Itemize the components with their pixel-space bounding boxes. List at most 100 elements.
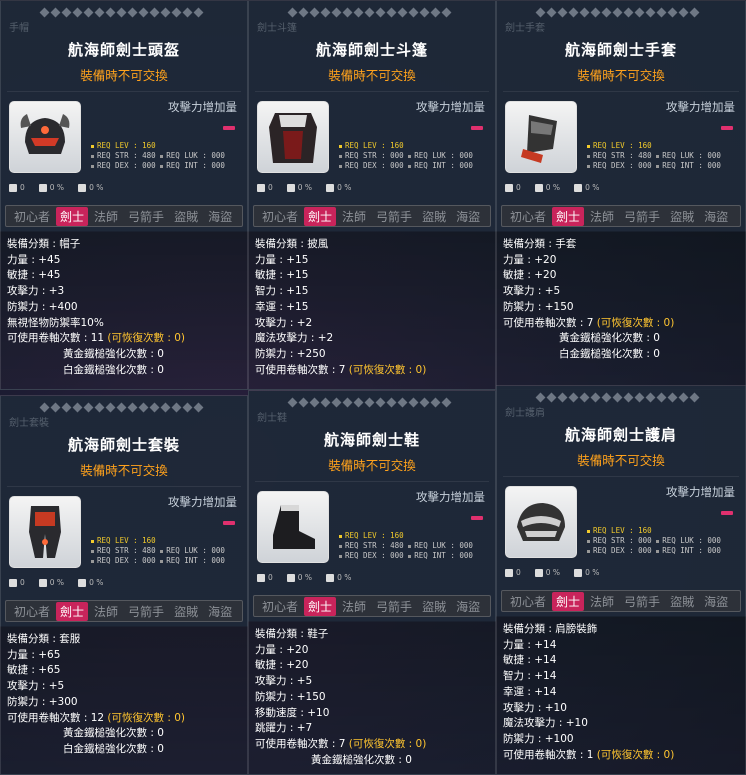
req-int: 000 <box>459 551 473 560</box>
mini-value: 0 <box>516 183 521 192</box>
star-icon <box>612 392 623 403</box>
extra-info-row: 0 0 % 0 % <box>9 183 103 192</box>
req-int-label: REQ INT : <box>662 546 703 555</box>
sword-icon <box>9 184 17 192</box>
req-dex: 000 <box>390 161 404 170</box>
mini-value: 0 <box>516 568 521 577</box>
stat-line: 敏捷 : +20 <box>255 659 309 672</box>
star-force-row <box>39 7 204 18</box>
stat-line: 力量 : +14 <box>503 638 557 651</box>
upgrade-line: 可使用卷軸次數 : 11 (可恢復次數 : 0) <box>7 331 185 347</box>
background-label: 劍士斗篷 <box>257 23 297 34</box>
attack-increase-bar <box>721 511 733 515</box>
divider <box>503 91 739 92</box>
req-str-label: REQ STR : <box>97 151 138 160</box>
extra-info-row: 0 0 % 0 % <box>9 578 103 587</box>
item-icon <box>257 101 329 173</box>
attack-increase-label: 攻擊力增加量 <box>666 100 735 114</box>
req-luk: 000 <box>707 536 721 545</box>
star-icon <box>39 402 50 413</box>
attack-increase-bar <box>471 516 483 520</box>
plat-hammer: 白金鐵槌強化次數 : 0 <box>63 742 164 755</box>
job-2: 法師 <box>342 209 367 224</box>
attack-increase-label: 攻擊力增加量 <box>168 100 237 114</box>
req-str-label: REQ STR : <box>345 151 386 160</box>
star-icon <box>94 7 105 18</box>
item-icon <box>505 486 577 558</box>
job-requirement-bar: 初心者 劍士 法師 弓箭手 盜賊 海盜 <box>253 205 491 227</box>
gold-hammer: 黃金鐵槌強化次數 : 0 <box>311 753 412 766</box>
req-luk: 000 <box>459 541 473 550</box>
stat-line: 防禦力 : +300 <box>7 695 78 708</box>
star-icon <box>83 7 94 18</box>
req-dex-label: REQ DEX : <box>97 161 138 170</box>
job-2: 法師 <box>94 604 119 619</box>
crit-icon <box>78 579 87 587</box>
job-1: 劍士 <box>56 601 89 621</box>
star-icon <box>138 7 149 18</box>
item-stats: 裝備分類 : 披風 力量 : +15 敏捷 : +15 智力 : +15 幸運 : +1… <box>255 237 426 378</box>
upgrade-count: 可使用卷軸次數 : 7 <box>503 316 594 329</box>
job-5: 海盜 <box>456 599 481 614</box>
job-1: 劍士 <box>304 596 337 616</box>
star-icon <box>61 7 72 18</box>
req-int: 000 <box>707 161 721 170</box>
upgrade-line: 可使用卷軸次數 : 1 (可恢復次數 : 0) <box>503 748 674 764</box>
req-lev-label: REQ LEV : <box>345 531 386 540</box>
stat-line: 攻擊力 : +3 <box>7 285 65 298</box>
req-luk-label: REQ LUK : <box>414 151 455 160</box>
shield-icon <box>38 184 47 192</box>
mini-value: 0 <box>268 183 273 192</box>
item-name: 航海師劍士斗篷 <box>315 41 428 59</box>
item-icon <box>9 496 81 568</box>
req-int: 000 <box>211 556 225 565</box>
star-icon <box>546 392 557 403</box>
attack-increase-label: 攻擊力增加量 <box>666 485 735 499</box>
untradeable-note: 裝備時不可交換 <box>577 68 665 83</box>
star-icon <box>386 7 397 18</box>
req-dex-label: REQ DEX : <box>593 161 634 170</box>
req-lev: 160 <box>142 141 156 150</box>
star-force-row <box>287 397 452 408</box>
item-tooltip: 劍士斗篷 航海師劍士斗篷 裝備時不可交換 攻擊力增加量 REQ LEV : 16… <box>248 0 496 390</box>
stat-line: 裝備分類 : 帽子 <box>7 238 81 250</box>
req-int-label: REQ INT : <box>662 161 703 170</box>
job-1: 劍士 <box>552 206 585 226</box>
extra-info-row: 0 0 % 0 % <box>505 568 599 577</box>
stat-line: 裝備分類 : 鞋子 <box>255 628 329 640</box>
star-icon <box>568 392 579 403</box>
star-icon <box>298 7 309 18</box>
star-icon <box>612 7 623 18</box>
star-icon <box>375 397 386 408</box>
star-icon <box>127 402 138 413</box>
mini-value: 0 % <box>297 183 313 192</box>
stat-line: 防禦力 : +150 <box>255 690 326 703</box>
star-icon <box>149 402 160 413</box>
item-icon <box>9 101 81 173</box>
attack-increase-bar <box>223 521 235 525</box>
job-0: 初心者 <box>14 604 51 619</box>
star-icon <box>309 7 320 18</box>
item-stats: 裝備分類 : 肩膀裝飾 力量 : +14 敏捷 : +14 智力 : +14 幸運 : … <box>503 622 674 763</box>
star-icon <box>408 7 419 18</box>
upgrade-line: 可使用卷軸次數 : 7 (可恢復次數 : 0) <box>255 363 426 379</box>
stat-line: 攻擊力 : +5 <box>255 675 313 688</box>
req-dex-label: REQ DEX : <box>593 546 634 555</box>
job-3: 弓箭手 <box>376 209 413 224</box>
star-icon <box>601 392 612 403</box>
sword-icon <box>257 184 265 192</box>
star-icon <box>408 397 419 408</box>
stat-line: 敏捷 : +15 <box>255 269 309 282</box>
background-label: 劍士套裝 <box>9 418 49 429</box>
item-name: 航海師劍士護肩 <box>564 426 677 444</box>
background-label: 劍士護肩 <box>505 408 545 419</box>
shield-icon <box>286 184 295 192</box>
req-lev-label: REQ LEV : <box>593 141 634 150</box>
job-3: 弓箭手 <box>128 604 165 619</box>
job-3: 弓箭手 <box>624 594 661 609</box>
star-icon <box>419 397 430 408</box>
upgrade-count: 可使用卷軸次數 : 12 <box>7 711 105 724</box>
req-int: 000 <box>459 161 473 170</box>
item-name: 航海師劍士套裝 <box>67 436 180 454</box>
upgrade-count: 可使用卷軸次數 : 7 <box>255 363 346 376</box>
